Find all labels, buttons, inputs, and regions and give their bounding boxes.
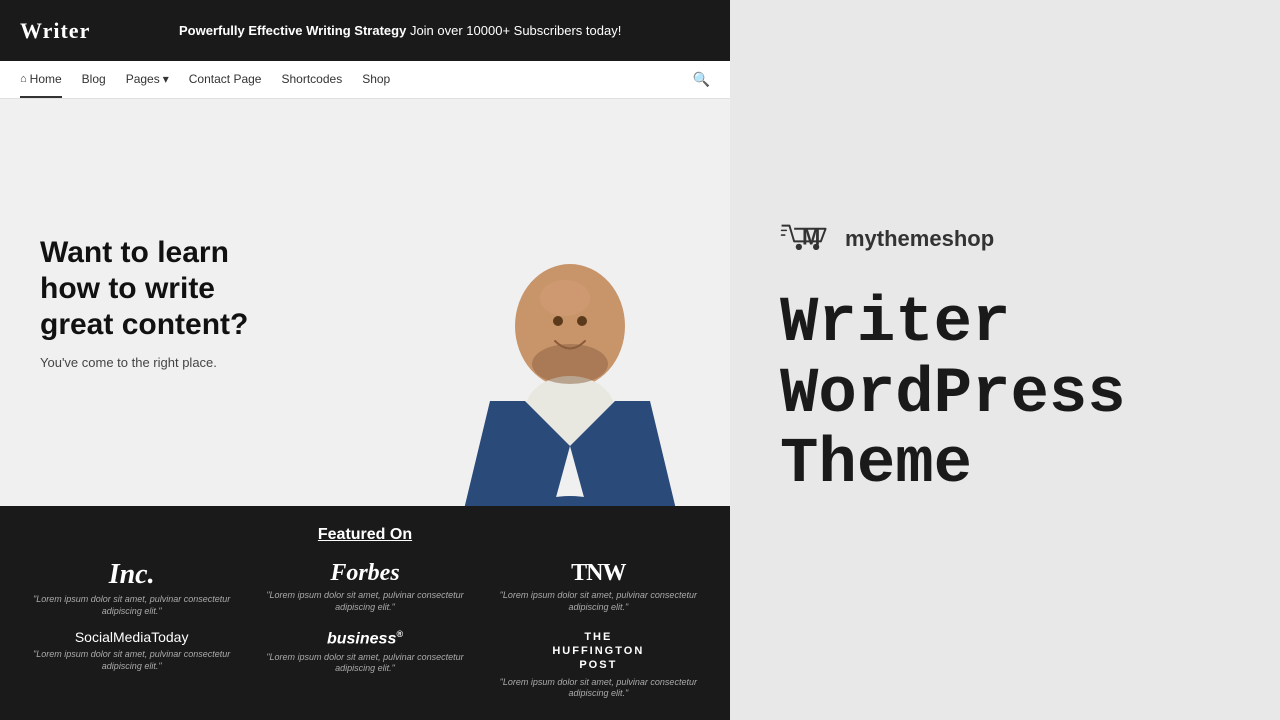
nav-item-shop[interactable]: Shop — [362, 61, 390, 98]
featured-item-huffpost: THEHUFFINGTONPOST "Lorem ipsum dolor sit… — [487, 630, 710, 700]
featured-item-forbes: Forbes "Lorem ipsum dolor sit amet, pulv… — [253, 560, 476, 618]
hero-subtext: You've come to the right place. — [40, 355, 280, 370]
inc-logo: Inc. — [20, 560, 243, 591]
brand-prefix: my — [845, 226, 877, 251]
nav-item-home[interactable]: ⌂ Home — [20, 61, 62, 98]
dropdown-icon: ▾ — [163, 72, 169, 86]
nav-item-shortcodes[interactable]: Shortcodes — [281, 61, 342, 98]
site-title: Writer — [20, 14, 90, 47]
smt-logo: SocialMediaToday — [20, 630, 243, 645]
huffpost-quote: "Lorem ipsum dolor sit amet, pulvinar co… — [487, 677, 710, 700]
announcement-rest: Join over 10000+ Subscribers today! — [410, 23, 621, 38]
nav-label-shop: Shop — [362, 72, 390, 86]
hero-section: Want to learn how to write great content… — [0, 99, 730, 506]
featured-on-title: Featured On — [20, 526, 710, 544]
featured-grid: Inc. "Lorem ipsum dolor sit amet, pulvin… — [20, 560, 710, 700]
theme-title: Writer WordPress Theme — [780, 289, 1126, 500]
nav-label-shortcodes: Shortcodes — [281, 72, 342, 86]
nav-label-pages: Pages — [126, 72, 160, 86]
nav-item-pages[interactable]: Pages ▾ — [126, 61, 169, 98]
hero-heading: Want to learn how to write great content… — [40, 235, 280, 343]
tnw-logo: TNW — [487, 560, 710, 586]
announcement-text: Powerfully Effective Writing Strategy Jo… — [90, 21, 710, 41]
smt-quote: "Lorem ipsum dolor sit amet, pulvinar co… — [20, 649, 243, 672]
home-icon: ⌂ — [20, 73, 27, 85]
brand-name: mythemeshop — [845, 226, 994, 252]
forbes-quote: "Lorem ipsum dolor sit amet, pulvinar co… — [253, 590, 476, 613]
featured-item-tnw: TNW "Lorem ipsum dolor sit amet, pulvina… — [487, 560, 710, 618]
featured-item-smt: SocialMediaToday "Lorem ipsum dolor sit … — [20, 630, 243, 700]
huffpost-logo: THEHUFFINGTONPOST — [487, 630, 710, 673]
nav-item-contact[interactable]: Contact Page — [189, 61, 262, 98]
nav-label-contact: Contact Page — [189, 72, 262, 86]
tnw-quote: "Lorem ipsum dolor sit amet, pulvinar co… — [487, 590, 710, 613]
hero-text: Want to learn how to write great content… — [0, 195, 320, 410]
nav-label-home: Home — [30, 72, 62, 86]
announcement-strong: Powerfully Effective Writing Strategy — [179, 23, 406, 38]
brand-suffix: shop — [942, 226, 995, 251]
brand-logo: M mythemeshop — [780, 219, 994, 259]
cart-icon: M — [780, 219, 835, 259]
featured-section: Featured On Inc. "Lorem ipsum dolor sit … — [0, 506, 730, 720]
theme-title-line2: WordPress — [780, 360, 1126, 430]
business-logo: business® — [253, 630, 476, 648]
forbes-logo: Forbes — [253, 560, 476, 586]
theme-title-line3: Theme — [780, 430, 1126, 500]
inc-quote: "Lorem ipsum dolor sit amet, pulvinar co… — [20, 594, 243, 617]
brand-bold: theme — [877, 226, 942, 251]
nav-label-blog: Blog — [82, 72, 106, 86]
search-icon[interactable]: 🔍 — [693, 71, 710, 88]
announcement-bar: Writer Powerfully Effective Writing Stra… — [0, 0, 730, 61]
featured-item-business: business® "Lorem ipsum dolor sit amet, p… — [253, 630, 476, 700]
hero-person-image — [410, 216, 730, 506]
nav-item-blog[interactable]: Blog — [82, 61, 106, 98]
nav-bar: ⌂ Home Blog Pages ▾ Contact Page Shortco… — [0, 61, 730, 99]
featured-item-inc: Inc. "Lorem ipsum dolor sit amet, pulvin… — [20, 560, 243, 618]
right-panel: M mythemeshop Writer WordPress Theme — [730, 0, 1280, 720]
business-quote: "Lorem ipsum dolor sit amet, pulvinar co… — [253, 652, 476, 675]
website-preview: Writer Powerfully Effective Writing Stra… — [0, 0, 730, 720]
theme-title-line1: Writer — [780, 289, 1126, 359]
